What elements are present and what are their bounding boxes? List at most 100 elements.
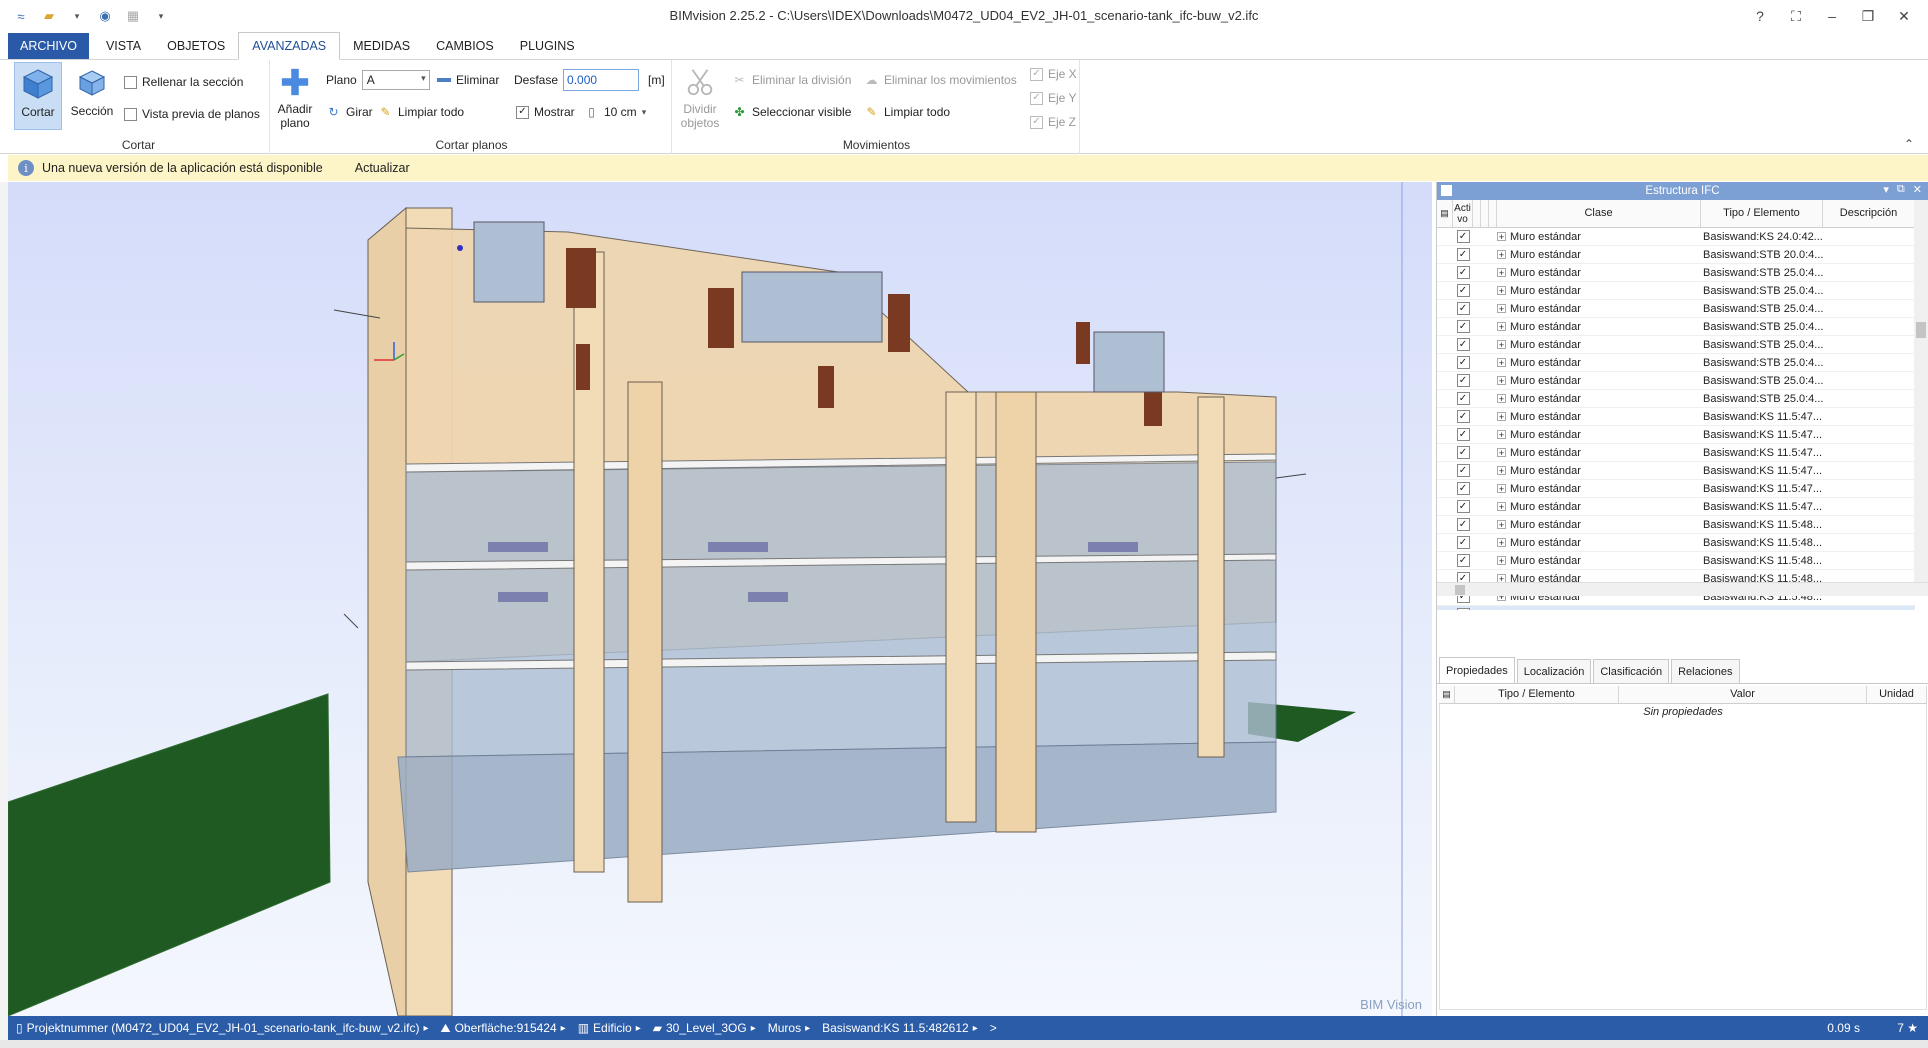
seccion-button[interactable]: Sección: [68, 62, 116, 130]
row-active-checkbox[interactable]: ✓: [1456, 608, 1470, 610]
seleccionar-visible-button[interactable]: ✤ Seleccionar visible: [732, 102, 851, 122]
tab-localizacion[interactable]: Localización: [1516, 659, 1592, 683]
status-muros[interactable]: Muros: [760, 1021, 801, 1035]
tab-medidas[interactable]: MEDIDAS: [340, 33, 423, 59]
update-link[interactable]: Actualizar: [355, 161, 410, 175]
view-target-icon[interactable]: ◉: [94, 5, 116, 27]
expand-icon[interactable]: +: [1497, 232, 1506, 242]
row-active-checkbox[interactable]: ✓: [1456, 302, 1470, 315]
expand-icon[interactable]: +: [1497, 430, 1506, 440]
row-active-checkbox[interactable]: ✓: [1456, 500, 1470, 513]
prop-col-tipo[interactable]: Tipo / Elemento: [1455, 686, 1619, 703]
expand-icon[interactable]: +: [1497, 556, 1506, 566]
eje-z-check-box[interactable]: ✓: [1030, 115, 1043, 129]
table-row[interactable]: ✓+Muro estándarBasiswand:KS 11.5:48...: [1437, 552, 1915, 570]
table-row[interactable]: ✓+Muro estándarBasiswand:KS 11.5:48...: [1437, 606, 1915, 610]
status-element[interactable]: Basiswand:KS 11.5:482612: [814, 1021, 969, 1035]
eliminar-movimientos-button[interactable]: ☁ Eliminar los movimientos: [864, 70, 1017, 90]
expand-icon[interactable]: +: [1497, 484, 1506, 494]
expand-icon[interactable]: +: [1497, 538, 1506, 548]
panel-float-icon[interactable]: ⧉: [1897, 183, 1905, 196]
eje-x-checkbox[interactable]: ✓ Eje X: [1030, 64, 1077, 84]
cortar-button[interactable]: Cortar: [14, 62, 62, 130]
expand-icon[interactable]: +: [1497, 304, 1506, 314]
limpiar-mov-button[interactable]: ✎ Limpiar todo: [864, 102, 950, 122]
table-row[interactable]: ✓ + Muro estándar Basiswand:KS 11.5:47...: [1437, 462, 1915, 480]
rellenar-checkbox[interactable]: Rellenar la sección: [124, 72, 243, 92]
table-row[interactable]: ✓ + Muro estándar Basiswand:STB 25.0:4...: [1437, 282, 1915, 300]
expand-icon[interactable]: +: [1497, 250, 1506, 260]
mostrar-check-box[interactable]: ✓: [516, 105, 529, 119]
collapse-ribbon-icon[interactable]: ⌃: [1904, 137, 1914, 151]
row-active-checkbox[interactable]: ✓: [1456, 518, 1470, 531]
expand-icon[interactable]: +: [1497, 466, 1506, 476]
scroll-thumb[interactable]: [1916, 322, 1926, 338]
step-selector[interactable]: ▯ 10 cm ▾: [584, 102, 646, 122]
table-row[interactable]: ✓ + Muro estándar Basiswand:KS 11.5:47...: [1437, 498, 1915, 516]
expand-icon[interactable]: +: [1497, 358, 1506, 368]
grid-options-icon[interactable]: ▤: [1437, 200, 1453, 227]
table-row[interactable]: ✓ + Muro estándar Basiswand:STB 25.0:4...: [1437, 318, 1915, 336]
vista-previa-checkbox[interactable]: Vista previa de planos: [124, 104, 260, 124]
row-active-checkbox[interactable]: ✓: [1456, 266, 1470, 279]
expand-icon[interactable]: +: [1497, 268, 1506, 278]
status-building[interactable]: ▥ Edificio: [570, 1021, 632, 1035]
grid-icon[interactable]: ▦: [122, 5, 144, 27]
col-activo[interactable]: Acti vo: [1453, 200, 1473, 227]
col-clase[interactable]: Clase: [1497, 200, 1701, 227]
row-active-checkbox[interactable]: ✓: [1456, 536, 1470, 549]
plano-combo[interactable]: A: [361, 70, 430, 90]
expand-icon[interactable]: +: [1497, 394, 1506, 404]
expand-icon[interactable]: +: [1497, 520, 1506, 530]
eliminar-division-button[interactable]: ✂ Eliminar la división: [732, 70, 851, 90]
expand-icon[interactable]: +: [1497, 412, 1506, 422]
expand-icon[interactable]: +: [1497, 340, 1506, 350]
row-active-checkbox[interactable]: ✓: [1456, 284, 1470, 297]
table-row[interactable]: ✓+Muro estándarBasiswand:KS 11.5:48...: [1437, 516, 1915, 534]
expand-icon[interactable]: +: [1497, 502, 1506, 512]
table-row[interactable]: ✓ + Muro estándar Basiswand:STB 25.0:4...: [1437, 264, 1915, 282]
dividir-objetos-button[interactable]: Dividir objetos: [676, 62, 724, 130]
3d-viewport[interactable]: BIM Vision: [8, 182, 1432, 1016]
app-menu-icon[interactable]: ≈: [10, 5, 32, 27]
row-active-checkbox[interactable]: ✓: [1456, 482, 1470, 495]
eje-y-checkbox[interactable]: ✓ Eje Y: [1030, 88, 1076, 108]
table-row[interactable]: ✓ + Muro estándar Basiswand:KS 11.5:47...: [1437, 480, 1915, 498]
eje-x-check-box[interactable]: ✓: [1030, 67, 1043, 81]
tab-plugins[interactable]: PLUGINS: [507, 33, 588, 59]
row-active-checkbox[interactable]: ✓: [1456, 554, 1470, 567]
panel-close-icon[interactable]: ✕: [1913, 183, 1922, 196]
rellenar-check-box[interactable]: [124, 75, 137, 89]
table-row[interactable]: ✓ + Muro estándar Basiswand:STB 25.0:4...: [1437, 390, 1915, 408]
expand-icon[interactable]: +: [1497, 376, 1506, 386]
table-row[interactable]: ✓ + Muro estándar Basiswand:STB 25.0:4...: [1437, 354, 1915, 372]
eje-y-check-box[interactable]: ✓: [1030, 91, 1043, 105]
panel-dropdown-icon[interactable]: ▾: [1883, 183, 1889, 196]
step-dropdown-icon[interactable]: ▾: [642, 107, 647, 118]
status-more[interactable]: >: [982, 1021, 997, 1035]
eje-z-checkbox[interactable]: ✓ Eje Z: [1030, 112, 1076, 132]
tab-archivo[interactable]: ARCHIVO: [8, 33, 89, 59]
expand-icon[interactable]: +: [1497, 322, 1506, 332]
maximize-button[interactable]: ❐: [1850, 0, 1886, 32]
prop-col-unidad[interactable]: Unidad: [1867, 686, 1927, 703]
open-dropdown-icon[interactable]: ▾: [66, 5, 88, 27]
minimize-button[interactable]: –: [1814, 0, 1850, 32]
close-button[interactable]: ✕: [1886, 0, 1922, 32]
tab-objetos[interactable]: OBJETOS: [154, 33, 238, 59]
tab-relaciones[interactable]: Relaciones: [1671, 659, 1740, 683]
status-surface[interactable]: ⛰ Oberfläche:915424: [432, 1021, 556, 1036]
tab-propiedades[interactable]: Propiedades: [1439, 657, 1515, 683]
layout-button[interactable]: ⛶: [1778, 0, 1814, 32]
table-row[interactable]: ✓ + Muro estándar Basiswand:STB 20.0:4...: [1437, 246, 1915, 264]
tab-vista[interactable]: VISTA: [93, 33, 154, 59]
row-active-checkbox[interactable]: ✓: [1456, 230, 1470, 243]
vista-previa-check-box[interactable]: [124, 107, 137, 121]
row-active-checkbox[interactable]: ✓: [1456, 464, 1470, 477]
row-active-checkbox[interactable]: ✓: [1456, 356, 1470, 369]
row-active-checkbox[interactable]: ✓: [1456, 446, 1470, 459]
row-active-checkbox[interactable]: ✓: [1456, 374, 1470, 387]
ifc-vertical-scrollbar[interactable]: [1914, 200, 1928, 582]
table-row[interactable]: ✓ + Muro estándar Basiswand:STB 25.0:4...: [1437, 372, 1915, 390]
col-tipo[interactable]: Tipo / Elemento: [1701, 200, 1823, 227]
